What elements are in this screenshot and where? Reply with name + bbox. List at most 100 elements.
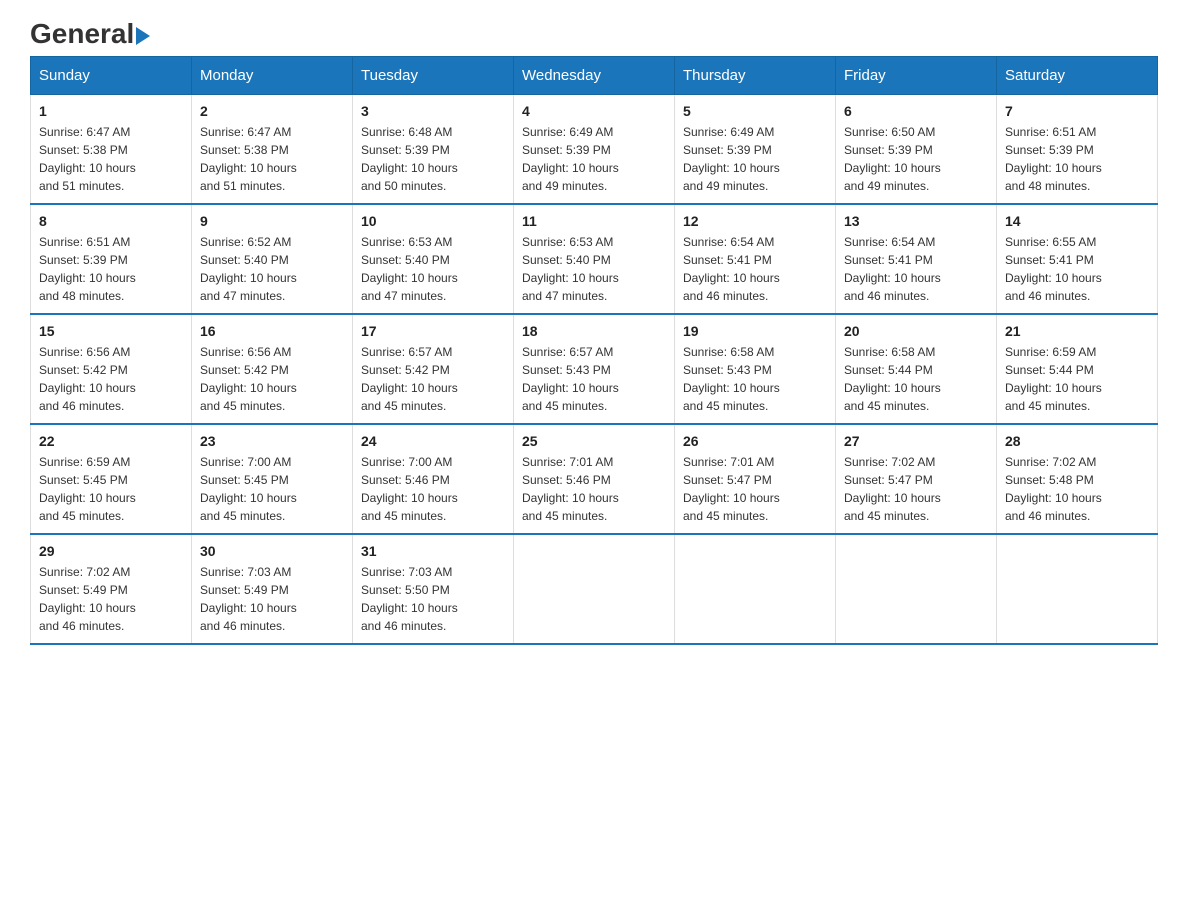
calendar-week-row: 15 Sunrise: 6:56 AM Sunset: 5:42 PM Dayl… (31, 314, 1158, 424)
calendar-cell: 13 Sunrise: 6:54 AM Sunset: 5:41 PM Dayl… (836, 204, 997, 314)
day-number: 17 (361, 323, 505, 339)
day-info: Sunrise: 6:49 AM Sunset: 5:39 PM Dayligh… (683, 125, 780, 193)
day-number: 18 (522, 323, 666, 339)
calendar-cell: 18 Sunrise: 6:57 AM Sunset: 5:43 PM Dayl… (514, 314, 675, 424)
day-number: 14 (1005, 213, 1149, 229)
weekday-header-row: SundayMondayTuesdayWednesdayThursdayFrid… (31, 57, 1158, 95)
weekday-header-monday: Monday (192, 57, 353, 95)
day-number: 29 (39, 543, 183, 559)
day-info: Sunrise: 7:02 AM Sunset: 5:49 PM Dayligh… (39, 565, 136, 633)
calendar-cell: 29 Sunrise: 7:02 AM Sunset: 5:49 PM Dayl… (31, 534, 192, 644)
day-info: Sunrise: 6:51 AM Sunset: 5:39 PM Dayligh… (1005, 125, 1102, 193)
day-number: 12 (683, 213, 827, 229)
day-info: Sunrise: 7:00 AM Sunset: 5:45 PM Dayligh… (200, 455, 297, 523)
weekday-header-wednesday: Wednesday (514, 57, 675, 95)
weekday-header-sunday: Sunday (31, 57, 192, 95)
weekday-header-thursday: Thursday (675, 57, 836, 95)
weekday-header-friday: Friday (836, 57, 997, 95)
calendar-cell: 31 Sunrise: 7:03 AM Sunset: 5:50 PM Dayl… (353, 534, 514, 644)
day-number: 8 (39, 213, 183, 229)
calendar-cell: 12 Sunrise: 6:54 AM Sunset: 5:41 PM Dayl… (675, 204, 836, 314)
calendar-cell: 4 Sunrise: 6:49 AM Sunset: 5:39 PM Dayli… (514, 95, 675, 205)
day-number: 11 (522, 213, 666, 229)
logo-general: General (30, 20, 150, 48)
calendar-cell: 7 Sunrise: 6:51 AM Sunset: 5:39 PM Dayli… (997, 95, 1158, 205)
calendar-table: SundayMondayTuesdayWednesdayThursdayFrid… (30, 56, 1158, 645)
calendar-cell: 5 Sunrise: 6:49 AM Sunset: 5:39 PM Dayli… (675, 95, 836, 205)
calendar-cell: 19 Sunrise: 6:58 AM Sunset: 5:43 PM Dayl… (675, 314, 836, 424)
day-number: 20 (844, 323, 988, 339)
day-info: Sunrise: 6:51 AM Sunset: 5:39 PM Dayligh… (39, 235, 136, 303)
calendar-cell: 25 Sunrise: 7:01 AM Sunset: 5:46 PM Dayl… (514, 424, 675, 534)
day-number: 3 (361, 103, 505, 119)
calendar-week-row: 1 Sunrise: 6:47 AM Sunset: 5:38 PM Dayli… (31, 95, 1158, 205)
calendar-cell (836, 534, 997, 644)
day-number: 30 (200, 543, 344, 559)
day-number: 21 (1005, 323, 1149, 339)
day-number: 9 (200, 213, 344, 229)
day-info: Sunrise: 6:47 AM Sunset: 5:38 PM Dayligh… (200, 125, 297, 193)
day-info: Sunrise: 6:59 AM Sunset: 5:45 PM Dayligh… (39, 455, 136, 523)
day-number: 4 (522, 103, 666, 119)
day-info: Sunrise: 7:02 AM Sunset: 5:47 PM Dayligh… (844, 455, 941, 523)
day-info: Sunrise: 6:50 AM Sunset: 5:39 PM Dayligh… (844, 125, 941, 193)
day-info: Sunrise: 6:52 AM Sunset: 5:40 PM Dayligh… (200, 235, 297, 303)
calendar-cell: 22 Sunrise: 6:59 AM Sunset: 5:45 PM Dayl… (31, 424, 192, 534)
calendar-cell: 9 Sunrise: 6:52 AM Sunset: 5:40 PM Dayli… (192, 204, 353, 314)
day-number: 5 (683, 103, 827, 119)
calendar-cell: 2 Sunrise: 6:47 AM Sunset: 5:38 PM Dayli… (192, 95, 353, 205)
weekday-header-tuesday: Tuesday (353, 57, 514, 95)
calendar-cell: 15 Sunrise: 6:56 AM Sunset: 5:42 PM Dayl… (31, 314, 192, 424)
calendar-week-row: 29 Sunrise: 7:02 AM Sunset: 5:49 PM Dayl… (31, 534, 1158, 644)
day-info: Sunrise: 7:03 AM Sunset: 5:49 PM Dayligh… (200, 565, 297, 633)
calendar-cell: 16 Sunrise: 6:56 AM Sunset: 5:42 PM Dayl… (192, 314, 353, 424)
calendar-cell (997, 534, 1158, 644)
day-info: Sunrise: 6:49 AM Sunset: 5:39 PM Dayligh… (522, 125, 619, 193)
logo: General (30, 20, 150, 46)
day-number: 26 (683, 433, 827, 449)
day-info: Sunrise: 7:01 AM Sunset: 5:46 PM Dayligh… (522, 455, 619, 523)
calendar-cell: 3 Sunrise: 6:48 AM Sunset: 5:39 PM Dayli… (353, 95, 514, 205)
day-info: Sunrise: 7:02 AM Sunset: 5:48 PM Dayligh… (1005, 455, 1102, 523)
calendar-cell: 14 Sunrise: 6:55 AM Sunset: 5:41 PM Dayl… (997, 204, 1158, 314)
calendar-cell: 26 Sunrise: 7:01 AM Sunset: 5:47 PM Dayl… (675, 424, 836, 534)
day-number: 2 (200, 103, 344, 119)
day-number: 6 (844, 103, 988, 119)
day-number: 16 (200, 323, 344, 339)
day-number: 24 (361, 433, 505, 449)
day-number: 25 (522, 433, 666, 449)
day-info: Sunrise: 6:47 AM Sunset: 5:38 PM Dayligh… (39, 125, 136, 193)
day-info: Sunrise: 6:57 AM Sunset: 5:43 PM Dayligh… (522, 345, 619, 413)
day-info: Sunrise: 6:54 AM Sunset: 5:41 PM Dayligh… (844, 235, 941, 303)
calendar-cell: 23 Sunrise: 7:00 AM Sunset: 5:45 PM Dayl… (192, 424, 353, 534)
day-number: 1 (39, 103, 183, 119)
calendar-cell: 8 Sunrise: 6:51 AM Sunset: 5:39 PM Dayli… (31, 204, 192, 314)
day-number: 31 (361, 543, 505, 559)
calendar-cell: 28 Sunrise: 7:02 AM Sunset: 5:48 PM Dayl… (997, 424, 1158, 534)
day-info: Sunrise: 6:55 AM Sunset: 5:41 PM Dayligh… (1005, 235, 1102, 303)
day-info: Sunrise: 6:54 AM Sunset: 5:41 PM Dayligh… (683, 235, 780, 303)
day-info: Sunrise: 6:57 AM Sunset: 5:42 PM Dayligh… (361, 345, 458, 413)
day-info: Sunrise: 7:01 AM Sunset: 5:47 PM Dayligh… (683, 455, 780, 523)
day-number: 22 (39, 433, 183, 449)
day-number: 23 (200, 433, 344, 449)
weekday-header-saturday: Saturday (997, 57, 1158, 95)
day-number: 19 (683, 323, 827, 339)
day-info: Sunrise: 6:53 AM Sunset: 5:40 PM Dayligh… (361, 235, 458, 303)
calendar-cell: 24 Sunrise: 7:00 AM Sunset: 5:46 PM Dayl… (353, 424, 514, 534)
calendar-cell: 17 Sunrise: 6:57 AM Sunset: 5:42 PM Dayl… (353, 314, 514, 424)
day-number: 28 (1005, 433, 1149, 449)
day-info: Sunrise: 6:56 AM Sunset: 5:42 PM Dayligh… (200, 345, 297, 413)
day-info: Sunrise: 6:59 AM Sunset: 5:44 PM Dayligh… (1005, 345, 1102, 413)
day-info: Sunrise: 7:00 AM Sunset: 5:46 PM Dayligh… (361, 455, 458, 523)
day-info: Sunrise: 6:53 AM Sunset: 5:40 PM Dayligh… (522, 235, 619, 303)
day-info: Sunrise: 6:58 AM Sunset: 5:44 PM Dayligh… (844, 345, 941, 413)
day-number: 7 (1005, 103, 1149, 119)
day-number: 13 (844, 213, 988, 229)
calendar-week-row: 8 Sunrise: 6:51 AM Sunset: 5:39 PM Dayli… (31, 204, 1158, 314)
calendar-cell: 1 Sunrise: 6:47 AM Sunset: 5:38 PM Dayli… (31, 95, 192, 205)
calendar-cell: 10 Sunrise: 6:53 AM Sunset: 5:40 PM Dayl… (353, 204, 514, 314)
calendar-cell: 20 Sunrise: 6:58 AM Sunset: 5:44 PM Dayl… (836, 314, 997, 424)
calendar-week-row: 22 Sunrise: 6:59 AM Sunset: 5:45 PM Dayl… (31, 424, 1158, 534)
day-info: Sunrise: 7:03 AM Sunset: 5:50 PM Dayligh… (361, 565, 458, 633)
